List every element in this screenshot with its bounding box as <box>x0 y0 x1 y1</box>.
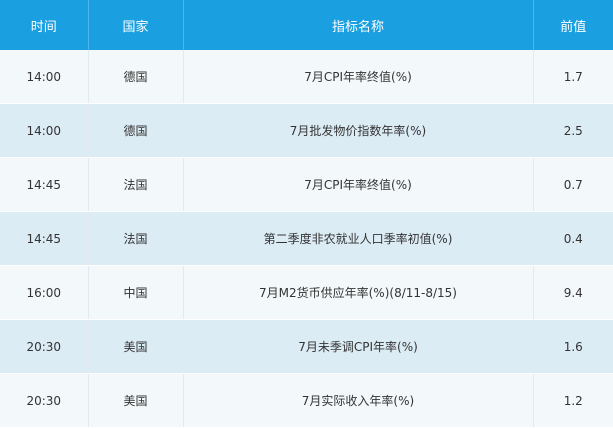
cell-previous: 1.7 <box>533 50 613 104</box>
table-header-row: 时间 国家 指标名称 前值 <box>0 0 613 50</box>
cell-time: 14:00 <box>0 50 89 104</box>
table-row: 14:45 法国 7月CPI年率终值(%) 0.7 <box>0 157 613 212</box>
cell-indicator: 7月M2货币供应年率(%)(8/11-8/15) <box>183 265 534 320</box>
cell-time: 20:30 <box>0 319 89 374</box>
cell-previous: 0.7 <box>533 157 613 212</box>
cell-indicator: 第二季度非农就业人口季率初值(%) <box>183 211 534 266</box>
cell-previous: 2.5 <box>533 103 613 158</box>
cell-country: 美国 <box>88 319 184 374</box>
table-row: 14:00 德国 7月批发物价指数年率(%) 2.5 <box>0 103 613 158</box>
cell-time: 20:30 <box>0 373 89 428</box>
cell-country: 德国 <box>88 50 184 104</box>
cell-indicator: 7月实际收入年率(%) <box>183 373 534 428</box>
cell-indicator: 7月CPI年率终值(%) <box>183 157 534 212</box>
cell-country: 法国 <box>88 157 184 212</box>
cell-country: 美国 <box>88 373 184 428</box>
cell-country: 德国 <box>88 103 184 158</box>
table-row: 16:00 中国 7月M2货币供应年率(%)(8/11-8/15) 9.4 <box>0 265 613 320</box>
cell-previous: 1.2 <box>533 373 613 428</box>
economic-calendar-table: 时间 国家 指标名称 前值 14:00 德国 7月CPI年率终值(%) 1.7 … <box>0 0 613 428</box>
table-row: 14:45 法国 第二季度非农就业人口季率初值(%) 0.4 <box>0 211 613 266</box>
table-row: 20:30 美国 7月未季调CPI年率(%) 1.6 <box>0 319 613 374</box>
header-previous: 前值 <box>533 0 613 50</box>
header-country: 国家 <box>88 0 184 50</box>
table-row: 20:30 美国 7月实际收入年率(%) 1.2 <box>0 373 613 428</box>
cell-time: 14:00 <box>0 103 89 158</box>
cell-indicator: 7月批发物价指数年率(%) <box>183 103 534 158</box>
cell-indicator: 7月CPI年率终值(%) <box>183 50 534 104</box>
cell-time: 16:00 <box>0 265 89 320</box>
cell-previous: 0.4 <box>533 211 613 266</box>
cell-country: 法国 <box>88 211 184 266</box>
cell-previous: 9.4 <box>533 265 613 320</box>
header-time: 时间 <box>0 0 89 50</box>
cell-time: 14:45 <box>0 211 89 266</box>
cell-indicator: 7月未季调CPI年率(%) <box>183 319 534 374</box>
cell-country: 中国 <box>88 265 184 320</box>
header-indicator: 指标名称 <box>183 0 534 50</box>
table-row: 14:00 德国 7月CPI年率终值(%) 1.7 <box>0 50 613 104</box>
cell-time: 14:45 <box>0 157 89 212</box>
cell-previous: 1.6 <box>533 319 613 374</box>
